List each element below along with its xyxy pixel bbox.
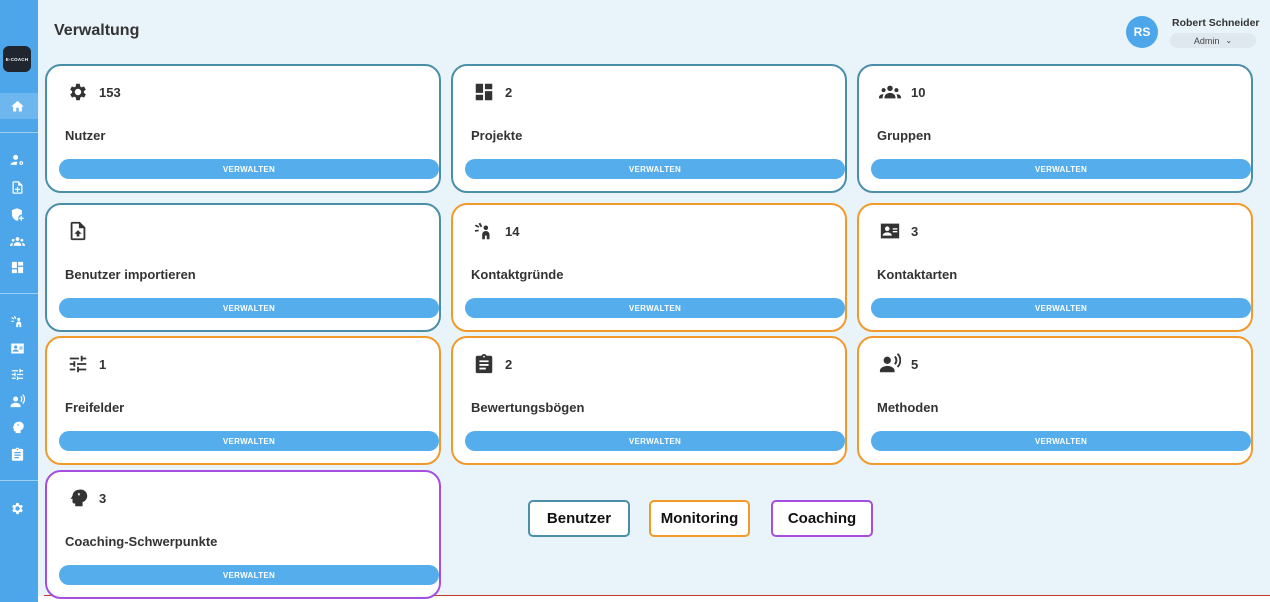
legend-monitoring: Monitoring [649, 500, 750, 537]
gear-icon [66, 80, 90, 104]
manage-coaching-schwerpunkte-button[interactable]: VERWALTEN [59, 565, 439, 585]
clipboard-icon [472, 352, 496, 376]
card-label: Projekte [471, 128, 523, 143]
legend-benutzer: Benutzer [528, 500, 630, 537]
contact-reason-icon[interactable] [9, 313, 25, 329]
legend-coaching: Coaching [771, 500, 873, 537]
card-methoden: 5 Methoden VERWALTEN [857, 336, 1253, 465]
manage-import-button[interactable]: VERWALTEN [59, 298, 439, 318]
card-label: Freifelder [65, 400, 125, 415]
user-settings-icon[interactable] [9, 152, 25, 168]
contact-card-icon [878, 219, 902, 243]
card-projekte: 2 Projekte VERWALTEN [451, 64, 847, 193]
card-count: 1 [99, 357, 107, 372]
card-label: Nutzer [65, 128, 106, 143]
head-gear-icon [66, 486, 90, 510]
card-label: Bewertungsbögen [471, 400, 585, 415]
manage-gruppen-button[interactable]: VERWALTEN [871, 159, 1251, 179]
dashboard-icon[interactable] [9, 259, 25, 275]
card-benutzer-importieren: Benutzer importieren VERWALTEN [45, 203, 441, 332]
card-count: 5 [911, 357, 919, 372]
role-dropdown[interactable]: Admin ⌄ [1170, 33, 1256, 48]
card-label: Benutzer importieren [65, 267, 196, 282]
manage-freifelder-button[interactable]: VERWALTEN [59, 431, 439, 451]
sidebar-divider [0, 132, 38, 133]
sidebar-divider [0, 480, 38, 481]
manage-projekte-button[interactable]: VERWALTEN [465, 159, 845, 179]
card-kontaktarten: 3 Kontaktarten VERWALTEN [857, 203, 1253, 332]
card-count: 2 [505, 85, 513, 100]
card-label: Coaching-Schwerpunkte [65, 534, 218, 549]
person-voice-icon [878, 352, 902, 376]
card-kontaktgruende: 14 Kontaktgründe VERWALTEN [451, 203, 847, 332]
contact-card-icon[interactable] [9, 340, 25, 356]
groups-icon[interactable] [9, 233, 25, 249]
shield-add-icon[interactable] [9, 206, 25, 222]
card-count: 2 [505, 357, 513, 372]
sidebar-divider [0, 293, 38, 294]
app-logo[interactable]: E-COACH [3, 46, 31, 72]
clipboard-icon[interactable] [9, 446, 25, 462]
manage-kontaktgruende-button[interactable]: VERWALTEN [465, 298, 845, 318]
manage-methoden-button[interactable]: VERWALTEN [871, 431, 1251, 451]
card-label: Kontaktarten [877, 267, 958, 282]
person-voice-icon[interactable] [9, 393, 25, 409]
user-menu[interactable]: RS Robert Schneider Admin ⌄ [1126, 16, 1266, 52]
manage-bewertungsboegen-button[interactable]: VERWALTEN [465, 431, 845, 451]
sliders-icon[interactable] [9, 366, 25, 382]
settings-icon[interactable] [9, 500, 25, 516]
page-title: Verwaltung [54, 22, 140, 39]
home-icon[interactable] [9, 98, 25, 114]
card-bewertungsboegen: 2 Bewertungsbögen VERWALTEN [451, 336, 847, 465]
role-label: Admin [1193, 35, 1220, 46]
card-count: 153 [99, 85, 121, 100]
card-gruppen: 10 Gruppen VERWALTEN [857, 64, 1253, 193]
sliders-icon [66, 352, 90, 376]
groups-icon [878, 80, 902, 104]
chevron-down-icon[interactable]: ⌄ [1225, 36, 1232, 45]
card-count: 3 [99, 491, 107, 506]
file-add-icon[interactable] [9, 179, 25, 195]
card-nutzer: 153 Nutzer VERWALTEN [45, 64, 441, 193]
card-coaching-schwerpunkte: 3 Coaching-Schwerpunkte VERWALTEN [45, 470, 441, 599]
card-label: Methoden [877, 400, 939, 415]
avatar[interactable]: RS [1126, 16, 1158, 48]
manage-nutzer-button[interactable]: VERWALTEN [59, 159, 439, 179]
manage-kontaktarten-button[interactable]: VERWALTEN [871, 298, 1251, 318]
card-freifelder: 1 Freifelder VERWALTEN [45, 336, 441, 465]
file-upload-icon [66, 219, 90, 243]
contact-reason-icon [472, 219, 496, 243]
dashboard-icon [472, 80, 496, 104]
card-count: 3 [911, 224, 919, 239]
sidebar: E-COACH [0, 0, 38, 602]
card-count: 10 [911, 85, 926, 100]
card-label: Kontaktgründe [471, 267, 564, 282]
user-name: Robert Schneider [1172, 17, 1260, 29]
head-gear-icon[interactable] [9, 419, 25, 435]
card-count: 14 [505, 224, 520, 239]
card-label: Gruppen [877, 128, 932, 143]
